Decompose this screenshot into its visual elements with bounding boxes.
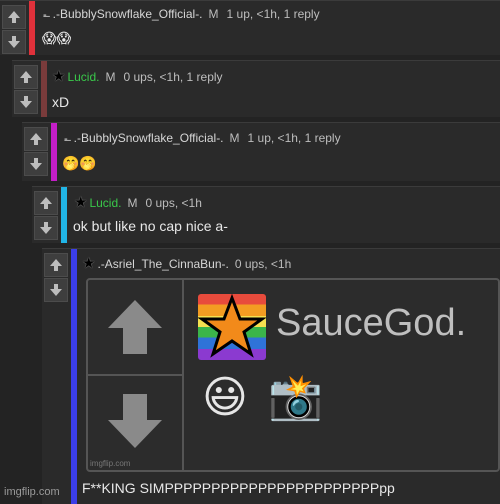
username-link[interactable]: Lucid. bbox=[89, 196, 121, 210]
comment-1: -̶ .-BubblySnowflake_Official-. M 1 up, <1h… bbox=[0, 0, 500, 55]
comment-2: ★ Lucid. M 0 ups, <1h, 1 reply xD bbox=[12, 60, 500, 117]
smile-emoji-icon: 😃 bbox=[202, 373, 248, 422]
comment-body: F**KING SIMPPPPPPPPPPPPPPPPPPPPPPPpp bbox=[82, 480, 395, 496]
upvote-button[interactable] bbox=[44, 253, 68, 277]
star-icon: ★ bbox=[52, 68, 66, 85]
mod-badge: M bbox=[208, 7, 219, 21]
meme-down-arrow-icon bbox=[108, 394, 162, 448]
comment-stats: 0 ups, <1h bbox=[145, 196, 202, 210]
comment-stats: 1 up, <1h, 1 reply bbox=[247, 131, 341, 145]
vote-column bbox=[42, 249, 70, 504]
mod-badge: M bbox=[229, 131, 240, 145]
thread-bar bbox=[61, 187, 67, 243]
meme-title: SauceGod. bbox=[276, 302, 467, 344]
small-mark: -̶ bbox=[43, 9, 47, 21]
star-icon bbox=[197, 293, 267, 358]
downvote-button[interactable] bbox=[34, 216, 58, 240]
username-link[interactable]: Lucid. bbox=[67, 70, 99, 84]
up-arrow-icon bbox=[40, 197, 52, 209]
comment-stats: 1 up, <1h, 1 reply bbox=[226, 7, 320, 21]
username-link[interactable]: .-BubblySnowflake_Official-. bbox=[53, 7, 203, 21]
upvote-button[interactable] bbox=[2, 5, 26, 29]
small-mark: -̶ bbox=[64, 133, 68, 145]
thread-bar bbox=[29, 1, 35, 55]
rainbow-star-image bbox=[197, 293, 267, 360]
comment-body: ok but like no cap nice a- bbox=[73, 218, 228, 234]
meme-divider bbox=[88, 374, 182, 376]
meme-image[interactable]: imgflip.com SauceGod. 😃 📸 bbox=[86, 278, 500, 472]
meme-up-arrow-icon bbox=[108, 300, 162, 354]
up-arrow-icon bbox=[50, 259, 62, 271]
upvote-button[interactable] bbox=[34, 191, 58, 215]
vote-column bbox=[0, 1, 28, 55]
upvote-button[interactable] bbox=[14, 65, 38, 89]
downvote-button[interactable] bbox=[44, 278, 68, 302]
username-link[interactable]: .-BubblySnowflake_Official-. bbox=[74, 131, 224, 145]
downvote-button[interactable] bbox=[2, 30, 26, 54]
comment-4: ★ Lucid. M 0 ups, <1h ok but like no cap ni… bbox=[32, 186, 500, 243]
down-arrow-icon bbox=[30, 158, 42, 170]
up-arrow-icon bbox=[20, 71, 32, 83]
comment-stats: 0 ups, <1h, 1 reply bbox=[123, 70, 223, 84]
comment-body: 🤭🤭 bbox=[62, 155, 97, 171]
star-icon: ★ bbox=[74, 194, 88, 211]
comment-meta: -̶ .-BubblySnowflake_Official-. M 1 up, <1h… bbox=[43, 7, 320, 21]
up-arrow-icon bbox=[30, 133, 42, 145]
comment-meta: ★ Lucid. M 0 ups, <1h bbox=[74, 193, 202, 211]
star-icon: ★ bbox=[82, 255, 96, 272]
down-arrow-icon bbox=[20, 96, 32, 108]
down-arrow-icon bbox=[40, 222, 52, 234]
mod-badge: M bbox=[105, 70, 116, 84]
comment-body: 😱😱 bbox=[42, 30, 72, 46]
comment-meta: ★ Lucid. M 0 ups, <1h, 1 reply bbox=[52, 67, 223, 85]
imgflip-watermark: imgflip.com bbox=[4, 486, 60, 498]
thread-bar bbox=[71, 249, 77, 504]
up-arrow-icon bbox=[8, 11, 20, 23]
thread-bar bbox=[41, 61, 47, 117]
downvote-button[interactable] bbox=[24, 152, 48, 176]
vote-column bbox=[32, 187, 60, 243]
vote-column bbox=[12, 61, 40, 117]
comment-3: -̶ .-BubblySnowflake_Official-. M 1 up, <1h… bbox=[22, 122, 500, 181]
downvote-button[interactable] bbox=[14, 90, 38, 114]
thread-bar bbox=[51, 123, 57, 181]
comment-meta: ★ .-Asriel_The_CinnaBun-. 0 ups, <1h bbox=[82, 254, 291, 272]
upvote-button[interactable] bbox=[24, 127, 48, 151]
mod-badge: M bbox=[127, 196, 138, 210]
vote-column bbox=[22, 123, 50, 181]
meme-small-watermark: imgflip.com bbox=[90, 459, 131, 468]
username-link[interactable]: .-Asriel_The_CinnaBun-. bbox=[97, 257, 228, 271]
camera-emoji-icon: 📸 bbox=[268, 373, 323, 422]
comment-stats: 0 ups, <1h bbox=[234, 257, 292, 271]
comment-body: xD bbox=[52, 94, 70, 110]
down-arrow-icon bbox=[50, 284, 62, 296]
down-arrow-icon bbox=[8, 36, 20, 48]
comment-meta: -̶ .-BubblySnowflake_Official-. M 1 up, <1h… bbox=[64, 131, 341, 145]
